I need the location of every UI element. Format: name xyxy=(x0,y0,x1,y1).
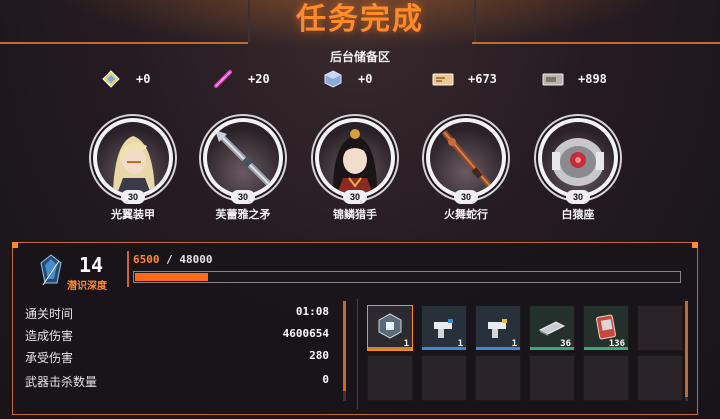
dark-hair-hunter-portrait xyxy=(333,129,377,194)
xp-separator: / xyxy=(159,253,180,266)
page-title: 任务完成 xyxy=(296,3,424,36)
stat-value: 01:08 xyxy=(295,305,329,318)
character-card[interactable]: 30 火舞蛇行 xyxy=(416,118,516,223)
resource-item: +898 xyxy=(542,68,607,90)
scrollbar-thumb[interactable] xyxy=(685,301,688,397)
resource-value: +0 xyxy=(136,72,151,86)
resource-item: +0 xyxy=(100,68,150,90)
rewards-scrollbar[interactable] xyxy=(685,301,688,401)
level-badge: 30 xyxy=(231,190,255,204)
stat-label: 造成伤害 xyxy=(25,329,74,343)
reward-count: 1 xyxy=(457,339,463,349)
xp-max: 48000 xyxy=(179,253,213,266)
panel-corner xyxy=(692,242,698,248)
chip-cube-icon xyxy=(378,313,402,339)
spear-weapon-portrait xyxy=(215,130,272,187)
stat-row: 造成伤害 4600654 xyxy=(25,327,329,345)
title-line-left xyxy=(0,42,248,44)
resource-value: +20 xyxy=(248,72,270,86)
stat-value: 4600654 xyxy=(282,327,329,340)
portrait-frame xyxy=(538,118,618,198)
metal-bar-icon xyxy=(538,321,566,336)
resource-item: +0 xyxy=(322,68,372,90)
panel-divider xyxy=(357,299,358,409)
character-name: 火舞蛇行 xyxy=(444,209,488,221)
stat-label: 武器击杀数量 xyxy=(25,375,98,389)
xp-current: 6500 xyxy=(133,253,160,266)
gray-ticket-icon xyxy=(542,68,564,90)
pistol-blue-icon xyxy=(434,319,453,338)
reward-count: 1 xyxy=(511,339,517,349)
pistol-gold-icon xyxy=(488,319,507,338)
empty-slot xyxy=(475,355,521,401)
depth-level-value: 14 xyxy=(79,253,104,277)
reward-slot[interactable]: 1 xyxy=(421,305,467,351)
character-card[interactable]: 30 锦鳞猎手 xyxy=(305,118,405,223)
level-badge: 30 xyxy=(343,190,367,204)
serpent-blade-portrait xyxy=(441,130,493,188)
level-separator xyxy=(127,251,129,287)
ticket-voucher-icon xyxy=(432,68,454,90)
xp-readout: 6500 / 48000 xyxy=(133,253,213,266)
stat-row: 武器击杀数量 0 xyxy=(25,373,329,391)
level-badge: 30 xyxy=(566,190,590,204)
character-card[interactable]: 30 芙蕾雅之矛 xyxy=(193,118,293,223)
reward-slot[interactable]: 1 xyxy=(367,305,413,351)
empty-slot xyxy=(367,355,413,401)
reward-count: 1 xyxy=(403,339,409,349)
empty-slot xyxy=(421,355,467,401)
resource-value: +673 xyxy=(468,72,497,86)
reward-count: 136 xyxy=(608,339,625,349)
stats-scrollbar[interactable] xyxy=(343,301,346,401)
stat-row: 承受伤害 280 xyxy=(25,349,329,367)
resource-item: +20 xyxy=(212,68,270,90)
blue-cube-icon xyxy=(322,68,344,90)
level-badge: 30 xyxy=(454,190,478,204)
empty-slot xyxy=(583,355,629,401)
stat-value: 0 xyxy=(322,373,329,386)
diamond-crystal-icon xyxy=(100,68,122,90)
portrait-frame xyxy=(426,118,506,198)
xp-progress-bar xyxy=(133,271,681,283)
resource-item: +673 xyxy=(432,68,497,90)
pink-stick-icon xyxy=(212,68,234,90)
card-pack-icon xyxy=(596,314,616,340)
stat-value: 280 xyxy=(309,349,329,362)
depth-level-box: 14 潜识深度 xyxy=(27,249,125,292)
reward-slot[interactable]: 36 xyxy=(529,305,575,351)
empty-slot xyxy=(637,355,683,401)
resource-value: +0 xyxy=(358,72,373,86)
crystal-badge-icon xyxy=(40,254,62,286)
reward-count: 36 xyxy=(560,339,571,349)
character-name: 锦鳞猎手 xyxy=(333,209,377,221)
character-name: 芙蕾雅之矛 xyxy=(215,209,271,221)
resource-value: +898 xyxy=(578,72,607,86)
white-mech-portrait xyxy=(552,138,604,186)
section-subtitle: 后台储备区 xyxy=(329,50,390,64)
empty-slot xyxy=(637,305,683,351)
panel-corner xyxy=(12,242,18,248)
character-name: 光翼装甲 xyxy=(111,209,155,221)
reward-slot[interactable]: 1 xyxy=(475,305,521,351)
level-badge: 30 xyxy=(121,190,145,204)
scrollbar-thumb[interactable] xyxy=(343,301,346,391)
stat-row: 通关时间 01:08 xyxy=(25,305,329,323)
depth-level-label: 潜识深度 xyxy=(67,281,107,292)
portrait-frame xyxy=(315,118,395,198)
title-line-right xyxy=(472,42,720,44)
portrait-frame xyxy=(93,118,173,198)
portrait-frame xyxy=(203,118,283,198)
character-name: 白猿座 xyxy=(561,209,595,221)
blonde-pilot-portrait xyxy=(113,136,155,194)
reward-slot[interactable]: 136 xyxy=(583,305,629,351)
stat-label: 通关时间 xyxy=(25,307,74,321)
character-card[interactable]: 30 白猿座 xyxy=(528,118,628,223)
stat-label: 承受伤害 xyxy=(25,351,74,365)
character-card[interactable]: 30 光翼装甲 xyxy=(83,118,183,223)
xp-progress-fill xyxy=(135,273,209,281)
empty-slot xyxy=(529,355,575,401)
results-panel: 14 潜识深度 6500 / 48000 通关时间 01:08 造成伤害 460… xyxy=(12,242,698,415)
